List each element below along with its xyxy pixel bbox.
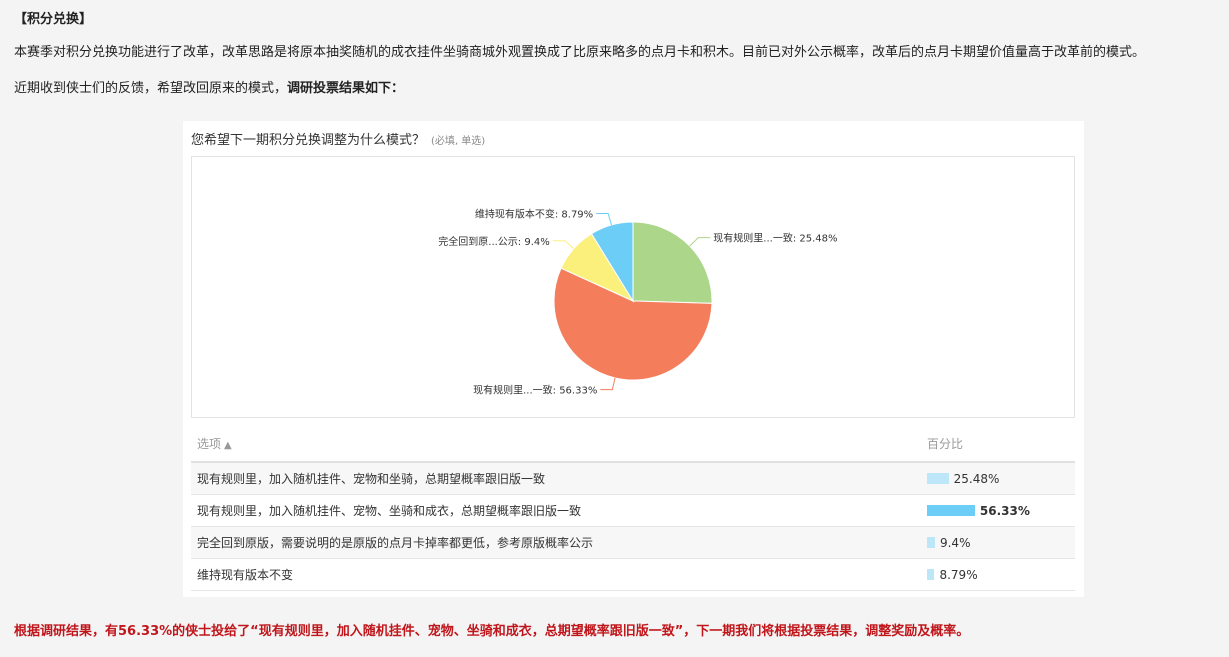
pie-data-label: 现有规则里...一致: 56.33% — [473, 384, 597, 397]
pie-leader-line — [600, 377, 616, 391]
option-text: 现有规则里，加入随机挂件、宠物、坐骑和成衣，总期望概率跟旧版一致 — [191, 494, 921, 527]
option-text: 维持现有版本不变 — [191, 558, 921, 591]
survey-question-text: 您希望下一期积分兑换调整为什么模式？ — [191, 133, 426, 148]
percent-bar — [927, 505, 975, 516]
table-row: 维持现有版本不变 8.79% — [191, 558, 1075, 591]
option-column-header[interactable]: 选项 ▲ — [191, 426, 921, 463]
table-row: 完全回到原版，需要说明的是原版的点月卡掉率都更低，参考原版概率公示 9.4% — [191, 526, 1075, 559]
percent-bar — [927, 537, 935, 548]
pie-slice[interactable] — [632, 221, 713, 304]
pie-leader-line — [552, 240, 575, 250]
section-title: 【积分兑换】 — [14, 12, 93, 27]
percent-cell: 8.79% — [921, 558, 1075, 591]
pie-data-label: 维持现有版本不变: 8.79% — [475, 207, 593, 220]
percent-cell: 9.4% — [921, 526, 1075, 559]
pie-leader-line — [689, 237, 711, 247]
result-summary: 根据调研结果，有56.33%的侠士投给了“现有规则里，加入随机挂件、宠物、坐骑和… — [14, 624, 970, 639]
feedback-paragraph: 近期收到侠士们的反馈，希望改回原来的模式，调研投票结果如下： — [14, 80, 404, 98]
option-header-label: 选项 — [197, 437, 222, 451]
pie-chart: 现有规则里...一致: 25.48% 现有规则里...一致: 56.33% 完全回到… — [438, 207, 837, 397]
option-text: 现有规则里，加入随机挂件、宠物和坐骑，总期望概率跟旧版一致 — [191, 462, 921, 495]
percent-cell: 56.33% — [921, 494, 1075, 527]
table-row: 现有规则里，加入随机挂件、宠物、坐骑和成衣，总期望概率跟旧版一致 56.33% — [191, 494, 1075, 527]
pie-data-label: 完全回到原...公示: 9.4% — [438, 235, 550, 248]
pie-chart-container: 现有规则里...一致: 25.48% 现有规则里...一致: 56.33% 完全回到… — [191, 156, 1075, 418]
feedback-bold-text: 调研投票结果如下： — [287, 81, 405, 96]
percent-value: 8.79% — [939, 567, 978, 582]
intro-paragraph: 本赛季对积分兑换功能进行了改革，改革思路是将原本抽奖随机的成衣挂件坐骑商城外观置… — [14, 45, 1146, 60]
feedback-text: 近期收到侠士们的反馈，希望改回原来的模式， — [14, 81, 288, 96]
survey-question-note: (必填, 单选) — [431, 136, 486, 147]
percent-cell: 25.48% — [921, 462, 1075, 495]
results-header-row: 选项 ▲ 百分比 — [191, 426, 1075, 463]
percent-bar — [927, 569, 935, 580]
option-text: 完全回到原版，需要说明的是原版的点月卡掉率都更低，参考原版概率公示 — [191, 526, 921, 559]
percent-bar — [927, 473, 949, 484]
percent-value: 9.4% — [939, 535, 971, 550]
arrow-up-icon[interactable]: ▲ — [224, 440, 232, 451]
percent-value: 25.48% — [953, 471, 1000, 486]
survey-question: 您希望下一期积分兑换调整为什么模式？ (必填, 单选) — [191, 129, 485, 148]
percent-value: 56.33% — [979, 503, 1030, 518]
pie-leader-line — [596, 212, 612, 226]
pie-data-label: 现有规则里...一致: 25.48% — [713, 232, 837, 245]
percent-column-header: 百分比 — [921, 426, 1075, 463]
table-row: 现有规则里，加入随机挂件、宠物和坐骑，总期望概率跟旧版一致 25.48% — [191, 462, 1075, 495]
results-body: 现有规则里，加入随机挂件、宠物和坐骑，总期望概率跟旧版一致 25.48% 现有规则里… — [191, 462, 1075, 591]
results-table: 选项 ▲ 百分比 现有规则里，加入随机挂件、宠物和坐骑，总期望概率跟旧版一致 25.… — [191, 426, 1075, 591]
survey-card: 您希望下一期积分兑换调整为什么模式？ (必填, 单选) 现有规则里...一致: 2… — [183, 121, 1084, 597]
